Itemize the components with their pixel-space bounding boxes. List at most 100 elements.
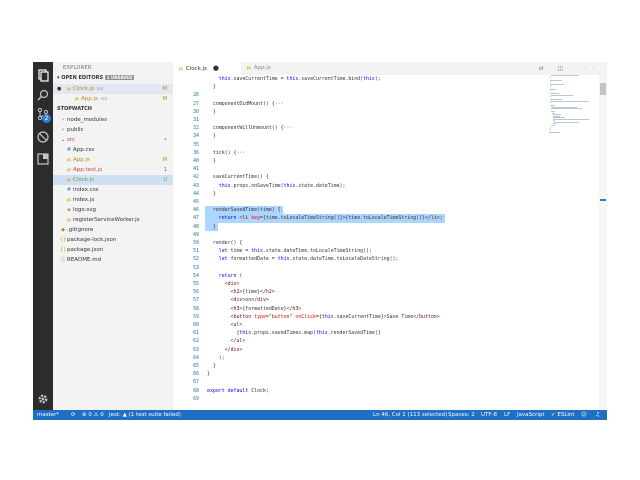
- language-mode[interactable]: JavaScript: [517, 410, 545, 420]
- indentation[interactable]: Spaces: 2: [448, 410, 475, 420]
- git-status: M: [162, 157, 167, 163]
- tab-app-js[interactable]: JS App.js: [241, 62, 309, 75]
- code-line[interactable]: 46 renderSavedTime(time) {: [173, 206, 595, 215]
- code-line[interactable]: 43 this.props.onSaveTime(this.state.date…: [173, 182, 595, 190]
- debug-icon[interactable]: [36, 130, 50, 144]
- tree-item[interactable]: JS registerServiceWorker.js: [53, 215, 173, 225]
- code-line[interactable]: 57 <div>on</div>: [173, 296, 595, 304]
- tree-item[interactable]: JS Clock.js U: [53, 175, 173, 185]
- code-line[interactable]: 50 render() {: [173, 239, 595, 247]
- tree-item[interactable]: ◆ .gitignore: [53, 225, 173, 235]
- code-line[interactable]: 67: [173, 378, 595, 386]
- minimap-line: [549, 129, 550, 130]
- tree-item[interactable]: ⌄ src •: [53, 135, 173, 145]
- code-line[interactable]: 58 <h3>{formattedDate}</h3>: [173, 305, 595, 313]
- code-line[interactable]: 42 saveCurrentTime() {: [173, 173, 595, 181]
- code-line[interactable]: 44 }: [173, 190, 595, 198]
- cursor-position[interactable]: Ln 46, Col 1 (113 selected): [373, 410, 447, 420]
- editor-actions[interactable]: ⇄ ◫ ···: [539, 65, 601, 72]
- line-number: 36: [193, 149, 199, 156]
- problems-indicator[interactable]: ⊗ 0 ⚠ 0: [82, 410, 104, 420]
- code-line[interactable]: 64 );: [173, 354, 595, 362]
- code-line[interactable]: 51 let time = this.state.dateTime.toLoca…: [173, 247, 595, 255]
- line-ending[interactable]: LF: [504, 410, 510, 420]
- eslint-status[interactable]: ✓ ESLint: [551, 410, 575, 420]
- line-code: }: [207, 84, 216, 91]
- code-line[interactable]: 35: [173, 141, 595, 149]
- code-line[interactable]: 32 componentWillUnmount() {···: [173, 124, 595, 132]
- tree-item[interactable]: JS App.test.js 1: [53, 165, 173, 175]
- code-line[interactable]: 49: [173, 231, 595, 239]
- scm-badge: 2: [42, 114, 51, 123]
- code-line[interactable]: 68 export default Clock;: [173, 387, 595, 395]
- minimap-line: [550, 96, 551, 97]
- encoding[interactable]: UTF-8: [481, 410, 497, 420]
- code-line[interactable]: 55 <div>: [173, 280, 595, 288]
- line-number: 60: [193, 322, 199, 328]
- code-line[interactable]: 36 tick() {···: [173, 149, 595, 157]
- open-editor-item[interactable]: ● JS Clock.js src M: [53, 84, 173, 94]
- project-header[interactable]: STOPWATCH: [57, 106, 92, 114]
- code-line[interactable]: 26: [173, 91, 595, 99]
- tree-item[interactable]: # App.css: [53, 145, 173, 155]
- line-number: 67: [193, 379, 199, 386]
- editor-scrollbar[interactable]: [599, 75, 607, 410]
- files-icon[interactable]: [36, 68, 50, 82]
- code-line[interactable]: 62 </ul>: [173, 337, 595, 345]
- minimap[interactable]: [549, 75, 595, 135]
- code-line[interactable]: 27 componentDidMount() {···: [173, 100, 595, 108]
- branch-indicator[interactable]: master*: [37, 410, 59, 420]
- minimap-line: [550, 84, 564, 85]
- code-line[interactable]: 54 return (: [173, 272, 595, 280]
- code-line[interactable]: 65 }: [173, 362, 595, 370]
- open-editor-item[interactable]: JS App.js src M: [53, 94, 173, 104]
- search-icon[interactable]: [36, 88, 50, 102]
- tree-item[interactable]: # index.css: [53, 185, 173, 195]
- line-number: 27: [193, 100, 199, 107]
- code-line[interactable]: 45: [173, 198, 595, 206]
- code-line[interactable]: 52 let formattedDate = this.state.dateTi…: [173, 255, 595, 263]
- code-line[interactable]: 48 }: [173, 222, 595, 231]
- code-editor[interactable]: this.saveCurrentTime = this.saveCurrentT…: [173, 75, 607, 410]
- tree-item[interactable]: ◈ logo.svg: [53, 205, 173, 215]
- line-number: 44: [193, 190, 199, 197]
- jest-status[interactable]: Jest: ▲ (1 test suite failed): [109, 410, 181, 420]
- code-line[interactable]: 31: [173, 116, 595, 124]
- code-line[interactable]: 56 <h2>{time}</h2>: [173, 288, 595, 296]
- tab-clock-js[interactable]: JS Clock.js ●: [173, 62, 241, 75]
- line-code: <h2>{time}</h2>: [207, 289, 275, 296]
- extensions-icon[interactable]: [36, 152, 50, 166]
- code-line[interactable]: 30 }: [173, 108, 595, 116]
- dirty-dot-icon[interactable]: ●: [57, 86, 61, 92]
- notifications-icon[interactable]: ♫: [595, 410, 600, 420]
- line-number: 64: [193, 354, 199, 361]
- code-line[interactable]: 69: [173, 395, 595, 403]
- code-line[interactable]: }: [173, 83, 595, 91]
- feedback-icon[interactable]: ☺: [581, 410, 587, 420]
- code-line[interactable]: 60 <ul>: [173, 321, 595, 329]
- code-line[interactable]: 53: [173, 264, 595, 272]
- tree-item[interactable]: ⓘ README.md: [53, 255, 173, 265]
- tree-item[interactable]: {}package-lock.json: [53, 235, 173, 245]
- scroll-thumb[interactable]: [600, 83, 606, 95]
- open-editors-header[interactable]: ▾ OPEN EDITORS 1 UNSAVED: [57, 75, 135, 83]
- code-line[interactable]: 63 </div>: [173, 346, 595, 354]
- gear-icon[interactable]: [36, 392, 50, 406]
- line-code: this.saveCurrentTime = this.saveCurrentT…: [218, 76, 381, 82]
- code-line[interactable]: 66}: [173, 370, 595, 378]
- code-line[interactable]: 40 }: [173, 157, 595, 165]
- tree-item[interactable]: › public: [53, 125, 173, 135]
- code-line[interactable]: 59 <button type="button" onClick={this.s…: [173, 313, 595, 321]
- js-file-icon: JS: [67, 178, 71, 182]
- code-line[interactable]: 61 {this.props.savedTimes.map(this.rende…: [173, 329, 595, 337]
- tree-item[interactable]: › node_modules: [53, 115, 173, 125]
- code-line[interactable]: 47 return <li key={time.toLocaleTimeStri…: [173, 214, 595, 223]
- code-line[interactable]: this.saveCurrentTime = this.saveCurrentT…: [173, 75, 595, 83]
- tree-item[interactable]: JS App.js M: [53, 155, 173, 165]
- tree-item[interactable]: JS index.js: [53, 195, 173, 205]
- tree-item[interactable]: {}package.json: [53, 245, 173, 255]
- dirty-dot-icon[interactable]: ●: [213, 64, 219, 72]
- code-line[interactable]: 41: [173, 165, 595, 173]
- sync-icon[interactable]: ⟳: [71, 410, 76, 420]
- code-line[interactable]: 34 }: [173, 132, 595, 140]
